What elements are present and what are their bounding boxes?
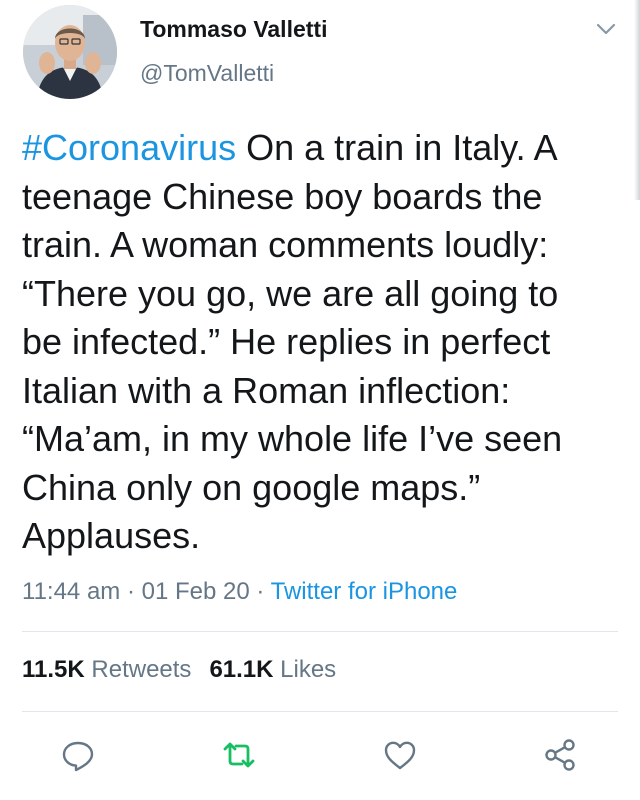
tweet-text-segment: On a train in Italy. A [236,127,558,168]
tweet-meta: 11:44 am · 01 Feb 20 · Twitter for iPhon… [22,578,457,606]
tweet-text-line: Italian with a Roman inflection: [22,369,511,411]
retweets-stat[interactable]: 11.5K Retweets [22,656,191,683]
avatar-photo [23,5,117,99]
retweet-icon[interactable] [221,737,257,773]
meta-separator: · [249,578,271,605]
author-display-name[interactable]: Tommaso Valletti [140,16,327,43]
tweet-text-line: “Ma’am, in my whole life I’ve seen [22,418,563,459]
tweet-text-line: train. A woman comments loudly: [22,224,549,265]
chevron-down-icon[interactable] [593,16,619,42]
scroll-indicator[interactable] [634,0,640,200]
heart-icon[interactable] [382,737,418,773]
meta-separator: · [120,578,142,605]
tweet-text-line: Applauses. [22,515,201,556]
retweets-count: 11.5K [22,656,85,683]
tweet-text-line: teenage Chinese boy boards the [22,175,543,217]
share-icon[interactable] [542,737,578,773]
tweet-text: #Coronavirus On a train in Italy. A teen… [22,124,622,561]
likes-stat[interactable]: 61.1K Likes [209,656,336,683]
tweet-text-line: #Coronavirus On a train in Italy. A [22,124,622,173]
likes-label: Likes [273,656,337,683]
tweet-text-line: be infected.” He replies in perfect [22,321,551,362]
hashtag-link[interactable]: #Coronavirus [22,127,236,168]
divider [22,711,618,712]
divider [22,631,618,632]
author-handle[interactable]: @TomValletti [140,60,274,87]
tweet-text-line: China only on google maps.” [22,466,481,508]
likes-count: 61.1K [209,656,274,683]
tweet-text-line: “There you go, we are all going to [22,272,559,314]
retweets-label: Retweets [84,656,192,683]
avatar[interactable] [23,5,117,99]
tweet-source-link[interactable]: Twitter for iPhone [271,578,458,605]
tweet-stats: 11.5K Retweets 61.1K Likes [22,656,336,684]
reply-icon[interactable] [60,737,96,773]
tweet-date[interactable]: 01 Feb 20 [142,578,250,605]
tweet-time[interactable]: 11:44 am [22,578,120,605]
